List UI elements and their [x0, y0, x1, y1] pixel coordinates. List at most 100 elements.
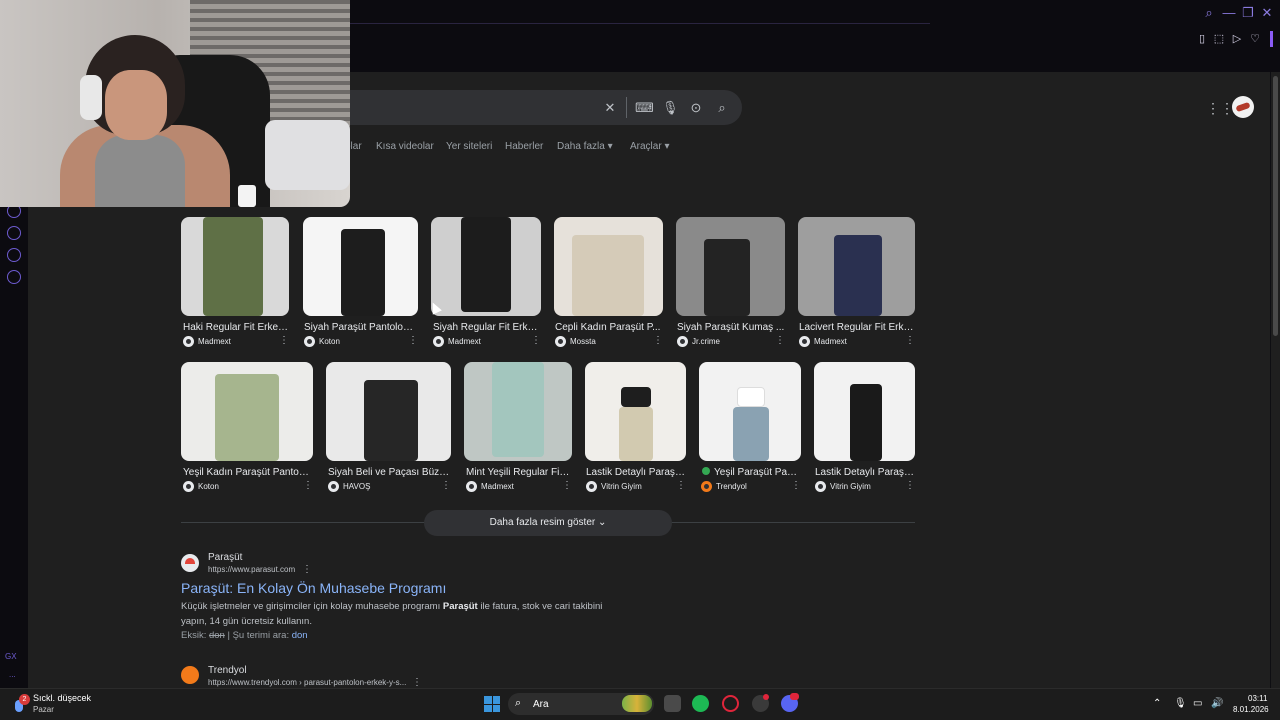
- image-result[interactable]: [699, 362, 801, 461]
- image-result[interactable]: [326, 362, 451, 461]
- result-url[interactable]: https://www.parasut.com: [208, 565, 295, 574]
- image-source[interactable]: HAVOŞ: [328, 481, 370, 492]
- opera-gx-icon[interactable]: [722, 695, 739, 712]
- clock-date[interactable]: 8.01.2026: [1233, 705, 1269, 714]
- image-title[interactable]: Lastik Detaylı Paraşü...: [815, 467, 915, 478]
- volume-icon[interactable]: 🔊: [1211, 698, 1223, 709]
- result-site-name[interactable]: Paraşüt: [208, 552, 242, 563]
- weather-text[interactable]: Sıckl. düşecek: [33, 693, 91, 703]
- image-source[interactable]: Jr.crime: [677, 336, 720, 347]
- result-url[interactable]: https://www.trendyol.com › parasut-panto…: [208, 678, 406, 687]
- more-options-icon[interactable]: ⋮: [775, 336, 785, 346]
- image-source[interactable]: Koton: [183, 481, 219, 492]
- search-tabs-icon[interactable]: ⌕: [1200, 5, 1218, 21]
- history-icon[interactable]: [7, 226, 21, 240]
- result-title-link[interactable]: Paraşüt: En Kolay Ön Muhasebe Programı: [181, 580, 446, 596]
- lens-icon[interactable]: ⊙: [688, 100, 704, 116]
- image-title[interactable]: Siyah Regular Fit Erke...: [433, 322, 541, 333]
- source-favicon-icon: [555, 336, 566, 347]
- clear-icon[interactable]: ✕: [602, 100, 618, 116]
- more-options-icon[interactable]: ⋮: [531, 336, 541, 346]
- heart-icon[interactable]: ♡: [1248, 32, 1262, 46]
- image-title[interactable]: Siyah Paraşüt Pantolon ...: [304, 322, 416, 333]
- more-dots-icon[interactable]: ...: [9, 670, 16, 679]
- microphone-tray-icon[interactable]: 🎙: [1174, 698, 1187, 709]
- more-options-icon[interactable]: ⋮: [905, 336, 915, 346]
- image-source[interactable]: Madmext: [433, 336, 481, 347]
- keyboard-icon[interactable]: ⌨: [635, 100, 654, 116]
- image-result[interactable]: [676, 217, 785, 316]
- more-options-icon[interactable]: ⋮: [653, 336, 663, 346]
- more-options-icon[interactable]: ⋮: [791, 481, 801, 491]
- task-view-icon[interactable]: [664, 695, 681, 712]
- scroll-thumb[interactable]: [1273, 76, 1278, 336]
- more-options-icon[interactable]: ⋮: [302, 565, 312, 575]
- weather-widget[interactable]: 2: [13, 694, 30, 712]
- image-source[interactable]: Madmext: [183, 336, 231, 347]
- image-source[interactable]: Vitrin Giyim: [586, 481, 642, 492]
- image-title[interactable]: Lastik Detaylı Paraşü...: [586, 467, 686, 478]
- image-title[interactable]: Haki Regular Fit Erkek ...: [183, 322, 291, 333]
- image-result[interactable]: [798, 217, 915, 316]
- search-term-link[interactable]: don: [292, 630, 308, 641]
- avatar[interactable]: [1232, 96, 1254, 118]
- image-result[interactable]: [181, 217, 289, 316]
- image-source[interactable]: Madmext: [466, 481, 514, 492]
- spotify-icon[interactable]: [692, 695, 709, 712]
- gx-label[interactable]: GX: [5, 652, 17, 661]
- image-result[interactable]: [303, 217, 418, 316]
- tab-more[interactable]: Daha fazla ▾: [557, 141, 613, 152]
- more-options-icon[interactable]: ⋮: [676, 481, 686, 491]
- image-title[interactable]: Lacivert Regular Fit Erke...: [799, 322, 915, 333]
- image-source[interactable]: Vitrin Giyim: [815, 481, 871, 492]
- image-title[interactable]: Siyah Paraşüt Kumaş ...: [677, 322, 785, 333]
- image-source[interactable]: Mossta: [555, 336, 596, 347]
- tab-tools[interactable]: Araçlar ▾: [630, 141, 670, 152]
- weather-day[interactable]: Pazar: [33, 705, 54, 714]
- image-result[interactable]: [814, 362, 915, 461]
- more-options-icon[interactable]: ⋮: [408, 336, 418, 346]
- chevron-up-icon[interactable]: ⌃: [1153, 698, 1161, 709]
- result-site-name[interactable]: Trendyol: [208, 665, 247, 676]
- image-result[interactable]: [464, 362, 572, 461]
- extensions-icon[interactable]: [7, 248, 21, 262]
- network-icon[interactable]: ▭: [1193, 698, 1202, 709]
- image-source[interactable]: Madmext: [799, 336, 847, 347]
- restore-icon[interactable]: ❐: [1239, 5, 1257, 21]
- image-title[interactable]: Yeşil Kadın Paraşüt Pantolo...: [183, 467, 311, 478]
- apps-grid-icon[interactable]: ⋮⋮⋮: [1206, 100, 1248, 116]
- close-icon[interactable]: ✕: [1258, 5, 1276, 21]
- more-options-icon[interactable]: ⋮: [412, 678, 422, 688]
- clock-time[interactable]: 03:11: [1248, 694, 1267, 703]
- snapshot-icon[interactable]: ⬚: [1212, 32, 1226, 46]
- minimize-icon[interactable]: —: [1220, 5, 1238, 21]
- image-result[interactable]: [554, 217, 663, 316]
- more-options-icon[interactable]: ⋮: [303, 481, 313, 491]
- start-button[interactable]: [484, 696, 500, 712]
- image-title[interactable]: Mint Yeşili Regular Fit ...: [466, 467, 570, 478]
- more-options-icon[interactable]: ⋮: [562, 481, 572, 491]
- tab-news[interactable]: Haberler: [505, 141, 543, 152]
- image-source[interactable]: Koton: [304, 336, 340, 347]
- more-options-icon[interactable]: ⋮: [905, 481, 915, 491]
- pin-icon[interactable]: ▯: [1195, 32, 1209, 46]
- search-icon[interactable]: ⌕: [714, 100, 730, 116]
- microphone-icon[interactable]: 🎙: [662, 100, 679, 116]
- search-input[interactable]: [330, 90, 742, 125]
- more-options-icon[interactable]: ⋮: [441, 481, 451, 491]
- tab-short-videos[interactable]: Kısa videolar: [376, 141, 434, 152]
- image-source[interactable]: Trendyol: [701, 481, 747, 492]
- settings-icon[interactable]: [7, 270, 21, 284]
- image-result[interactable]: [181, 362, 313, 461]
- more-options-icon[interactable]: ⋮: [279, 336, 289, 346]
- image-result[interactable]: [585, 362, 686, 461]
- image-result[interactable]: [431, 217, 541, 316]
- tab-places[interactable]: Yer siteleri: [446, 141, 492, 152]
- scrollbar[interactable]: [1271, 72, 1280, 688]
- player-icon[interactable]: ▷: [1230, 32, 1244, 46]
- source-name: Koton: [319, 337, 340, 346]
- image-title-with-dot[interactable]: Yeşil Paraşüt Pan...: [702, 467, 800, 478]
- image-title[interactable]: Siyah Beli ve Paçası Büzg...: [328, 467, 450, 478]
- image-title[interactable]: Cepli Kadın Paraşüt P...: [555, 322, 663, 333]
- more-images-button[interactable]: Daha fazla resim göster ⌄: [424, 510, 672, 536]
